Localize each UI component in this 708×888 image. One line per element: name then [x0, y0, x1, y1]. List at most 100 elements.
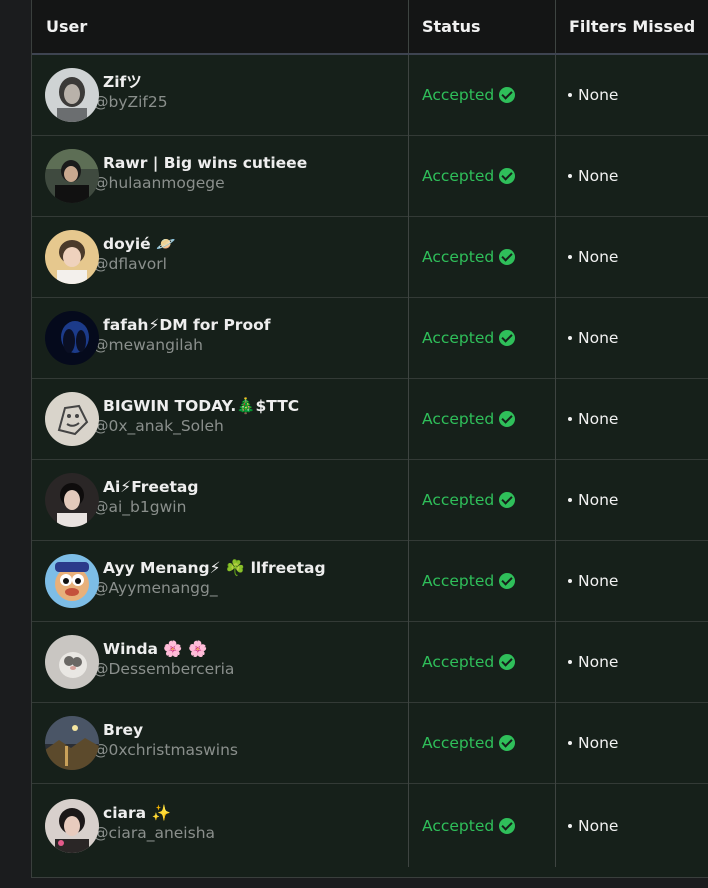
status-text: Accepted — [422, 329, 495, 347]
status-cell: Accepted — [408, 703, 555, 783]
user-info: fafah⚡DM for Proof @mewangilah — [93, 315, 271, 355]
check-circle-icon — [499, 654, 516, 670]
display-name[interactable]: fafah⚡DM for Proof — [93, 315, 271, 335]
table-row[interactable]: Ayy Menang⚡ ☘️ llfreetag @Ayymenangg_ Acce… — [32, 541, 708, 622]
filters-missed-value: None — [578, 816, 619, 835]
avatar-photo[interactable] — [45, 149, 99, 203]
check-circle-icon — [499, 87, 516, 103]
table-row[interactable]: ciara ✨ @ciara_aneisha Accepted None — [32, 784, 708, 867]
display-name[interactable]: doyié 🪐 — [93, 234, 175, 254]
check-circle-icon — [499, 735, 516, 751]
bullet-icon — [568, 417, 572, 421]
status-cell: Accepted — [408, 541, 555, 621]
user-handle[interactable]: @byZif25 — [93, 92, 168, 112]
check-circle-icon — [499, 573, 516, 589]
status-cell: Accepted — [408, 55, 555, 135]
filters-missed-cell: None — [555, 217, 708, 297]
user-info: Ai⚡Freetag @ai_b1gwin — [93, 477, 198, 517]
user-info: ciara ✨ @ciara_aneisha — [93, 803, 215, 843]
user-handle[interactable]: @dflavorl — [93, 254, 175, 274]
filters-missed-cell: None — [555, 55, 708, 135]
bullet-icon — [568, 660, 572, 664]
filters-missed-value: None — [578, 86, 619, 104]
user-handle[interactable]: @Ayymenangg_ — [93, 578, 326, 598]
table-row[interactable]: fafah⚡DM for Proof @mewangilah Accepted Non… — [32, 298, 708, 379]
status-text: Accepted — [422, 816, 495, 835]
avatar-cartoon[interactable] — [45, 554, 99, 608]
table-row[interactable]: doyié 🪐 @dflavorl Accepted None — [32, 217, 708, 298]
user-cell: BIGWIN TODAY.🎄$TTC @0x_anak_Soleh — [32, 379, 408, 459]
column-header-user[interactable]: User — [32, 0, 408, 53]
status-cell: Accepted — [408, 136, 555, 216]
user-info: doyié 🪐 @dflavorl — [93, 234, 175, 274]
filters-missed-cell: None — [555, 703, 708, 783]
bullet-icon — [568, 498, 572, 502]
status-text: Accepted — [422, 248, 495, 266]
filters-missed-cell: None — [555, 136, 708, 216]
filters-missed-cell: None — [555, 460, 708, 540]
status-cell: Accepted — [408, 217, 555, 297]
display-name[interactable]: Winda 🌸 🌸 — [93, 639, 234, 659]
filters-missed-value: None — [578, 248, 619, 266]
display-name[interactable]: Brey — [93, 720, 238, 740]
bullet-icon — [568, 823, 572, 828]
check-circle-icon — [499, 411, 516, 427]
display-name[interactable]: Ayy Menang⚡ ☘️ llfreetag — [93, 558, 326, 578]
avatar-drawing[interactable] — [45, 392, 99, 446]
display-name[interactable]: Rawr | Big wins cutieee — [93, 153, 307, 173]
bullet-icon — [568, 579, 572, 583]
user-cell: Winda 🌸 🌸 @Dessemberceria — [32, 622, 408, 702]
user-info: Rawr | Big wins cutieee @hulaanmogege — [93, 153, 307, 193]
user-info: Ayy Menang⚡ ☘️ llfreetag @Ayymenangg_ — [93, 558, 326, 598]
bullet-icon — [568, 255, 572, 259]
display-name[interactable]: BIGWIN TODAY.🎄$TTC — [93, 396, 299, 416]
table-row[interactable]: Rawr | Big wins cutieee @hulaanmogege Acce… — [32, 136, 708, 217]
status-text: Accepted — [422, 86, 495, 104]
check-circle-icon — [499, 168, 516, 184]
status-cell: Accepted — [408, 298, 555, 378]
check-circle-icon — [499, 492, 516, 508]
table-body: Zifツ @byZif25 Accepted None Rawr | Big wins … — [32, 55, 708, 867]
table-row[interactable]: Winda 🌸 🌸 @Dessemberceria Accepted None — [32, 622, 708, 703]
bullet-icon — [568, 741, 572, 745]
table-row[interactable]: Zifツ @byZif25 Accepted None — [32, 55, 708, 136]
table-header: User Status Filters Missed — [32, 0, 708, 55]
user-handle[interactable]: @0xchristmaswins — [93, 740, 238, 760]
table-row[interactable]: Ai⚡Freetag @ai_b1gwin Accepted None — [32, 460, 708, 541]
avatar-landscape[interactable] — [45, 716, 99, 770]
avatar-photo[interactable] — [45, 311, 99, 365]
column-header-filters-missed[interactable]: Filters Missed — [555, 0, 708, 53]
table-row[interactable]: BIGWIN TODAY.🎄$TTC @0x_anak_Soleh Accepted… — [32, 379, 708, 460]
filters-missed-cell: None — [555, 379, 708, 459]
filters-missed-cell: None — [555, 784, 708, 867]
user-handle[interactable]: @Dessemberceria — [93, 659, 234, 679]
bullet-icon — [568, 93, 572, 97]
status-text: Accepted — [422, 572, 495, 590]
avatar-photo[interactable] — [45, 68, 99, 122]
check-circle-icon — [499, 249, 516, 265]
status-text: Accepted — [422, 734, 495, 752]
filters-missed-cell: None — [555, 298, 708, 378]
avatar-photo[interactable] — [45, 473, 99, 527]
user-cell: Ai⚡Freetag @ai_b1gwin — [32, 460, 408, 540]
avatar-photo[interactable] — [45, 230, 99, 284]
user-handle[interactable]: @hulaanmogege — [93, 173, 307, 193]
display-name[interactable]: Ai⚡Freetag — [93, 477, 198, 497]
table-row[interactable]: Brey @0xchristmaswins Accepted None — [32, 703, 708, 784]
bullet-icon — [568, 174, 572, 178]
display-name[interactable]: Zifツ — [93, 72, 168, 92]
user-handle[interactable]: @0x_anak_Soleh — [93, 416, 299, 436]
column-header-status[interactable]: Status — [408, 0, 555, 53]
avatar-photo[interactable] — [45, 798, 99, 853]
filters-missed-value: None — [578, 734, 619, 752]
status-cell: Accepted — [408, 622, 555, 702]
user-handle[interactable]: @mewangilah — [93, 335, 271, 355]
user-cell: Brey @0xchristmaswins — [32, 703, 408, 783]
user-handle[interactable]: @ai_b1gwin — [93, 497, 198, 517]
user-cell: Rawr | Big wins cutieee @hulaanmogege — [32, 136, 408, 216]
check-circle-icon — [499, 817, 516, 834]
bullet-icon — [568, 336, 572, 340]
display-name[interactable]: ciara ✨ — [93, 803, 215, 823]
avatar-cat[interactable] — [45, 635, 99, 689]
user-handle[interactable]: @ciara_aneisha — [93, 823, 215, 843]
